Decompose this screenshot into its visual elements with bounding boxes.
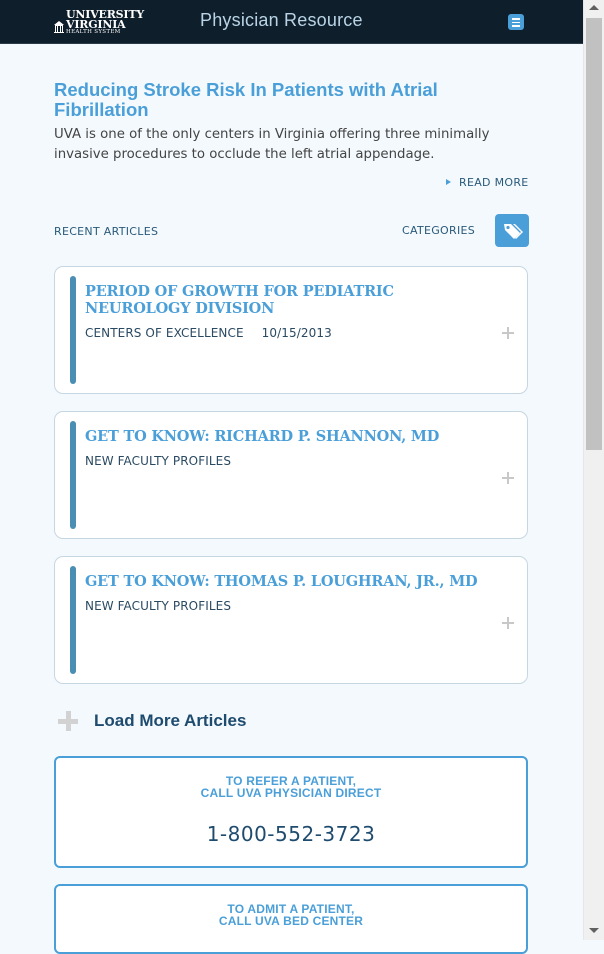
article-title[interactable]: GET TO KNOW: RICHARD P. SHANNON, MD xyxy=(85,428,485,445)
cta-line-2: CALL UVA PHYSICIAN DIRECT xyxy=(200,786,382,800)
rotunda-icon xyxy=(54,21,64,33)
load-more-label: Load More Articles xyxy=(94,711,247,730)
categories-button[interactable] xyxy=(495,214,529,247)
menu-line xyxy=(512,18,520,20)
tag-icon xyxy=(504,224,523,239)
article-meta: CENTERS OF EXCELLENCE 10/15/2013 xyxy=(85,326,332,340)
article-card[interactable]: GET TO KNOW: RICHARD P. SHANNON, MD NEW … xyxy=(54,411,528,539)
menu-line xyxy=(512,25,520,27)
expand-plus-icon[interactable] xyxy=(502,472,514,484)
scroll-down-arrow-icon[interactable] xyxy=(589,928,599,933)
article-date: 10/15/2013 xyxy=(261,326,332,340)
play-arrow-icon xyxy=(446,179,451,185)
read-more-link[interactable]: READ MORE xyxy=(446,176,529,189)
vertical-scrollbar[interactable] xyxy=(583,0,604,940)
categories-label: CATEGORIES xyxy=(402,224,476,237)
feature-headline[interactable]: Reducing Stroke Risk In Patients with At… xyxy=(54,80,534,120)
expand-plus-icon[interactable] xyxy=(502,327,514,339)
scroll-up-arrow-icon[interactable] xyxy=(589,5,599,10)
article-meta: NEW FACULTY PROFILES xyxy=(85,454,231,468)
article-card[interactable]: GET TO KNOW: THOMAS P. LOUGHRAN, JR., MD… xyxy=(54,556,528,684)
hamburger-menu-icon[interactable] xyxy=(508,14,524,30)
card-accent-bar xyxy=(70,566,76,674)
refer-patient-box[interactable]: TO REFER A PATIENT, CALL UVA PHYSICIAN D… xyxy=(54,756,528,868)
admit-patient-box[interactable]: TO ADMIT A PATIENT, CALL UVA BED CENTER xyxy=(54,884,528,954)
logo-line-health-system: HEALTH SYSTEM xyxy=(66,29,121,35)
article-card[interactable]: PERIOD OF GROWTH FOR PEDIATRIC NEUROLOGY… xyxy=(54,266,528,394)
uva-health-system-logo[interactable]: UNIVERSITY VIRGINIA HEALTH SYSTEM xyxy=(54,7,144,37)
card-accent-bar xyxy=(70,276,76,384)
page-title: Physician Resource xyxy=(200,10,363,30)
article-meta: NEW FACULTY PROFILES xyxy=(85,599,231,613)
article-title[interactable]: GET TO KNOW: THOMAS P. LOUGHRAN, JR., MD xyxy=(85,573,485,590)
article-category[interactable]: NEW FACULTY PROFILES xyxy=(85,454,231,468)
card-accent-bar xyxy=(70,421,76,529)
menu-line xyxy=(512,21,520,23)
cta-line-2: CALL UVA BED CENTER xyxy=(218,914,364,928)
feature-description: UVA is one of the only centers in Virgin… xyxy=(54,127,490,162)
plus-icon xyxy=(58,711,78,731)
expand-plus-icon[interactable] xyxy=(502,617,514,629)
scrollbar-thumb[interactable] xyxy=(586,18,602,450)
article-category[interactable]: NEW FACULTY PROFILES xyxy=(85,599,231,613)
article-category[interactable]: CENTERS OF EXCELLENCE xyxy=(85,326,244,340)
recent-articles-heading: RECENT ARTICLES xyxy=(54,225,159,238)
read-more-label: READ MORE xyxy=(459,176,529,189)
phone-number-link[interactable]: 1-800-552-3723 xyxy=(56,822,526,846)
top-header: UNIVERSITY VIRGINIA HEALTH SYSTEM Physic… xyxy=(0,0,583,44)
article-title[interactable]: PERIOD OF GROWTH FOR PEDIATRIC NEUROLOGY… xyxy=(85,283,485,317)
